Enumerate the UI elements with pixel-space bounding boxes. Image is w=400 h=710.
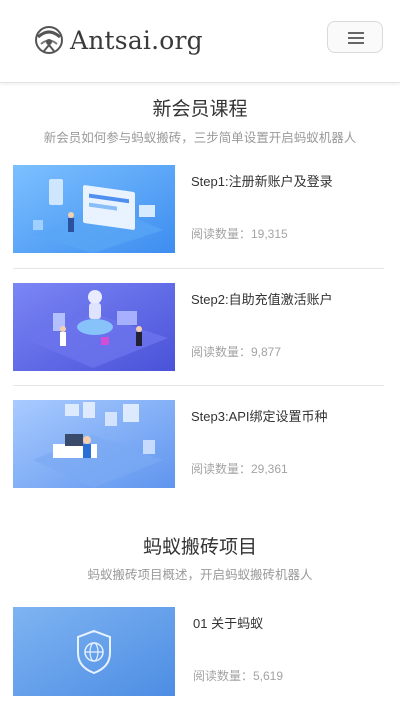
ant-logo-icon (35, 26, 63, 54)
robot-illustration-icon (13, 283, 175, 371)
project-title-1[interactable]: 01 关于蚂蚁 (193, 613, 263, 632)
section-title-courses: 新会员课程 (152, 98, 248, 120)
project-thumbnail-1[interactable] (13, 607, 175, 696)
section-subtitle-projects: 蚂蚁搬砖项目概述，开启蚂蚁搬砖机器人 (87, 568, 313, 582)
logo-text: Antsai.org (70, 25, 203, 55)
project-read-count-1: 阅读数量：5,619 (193, 669, 284, 683)
hamburger-menu-icon (348, 32, 364, 34)
course-read-count-2: 阅读数量：9,877 (191, 345, 282, 359)
section-subtitle-courses: 新会员如何参与蚂蚁搬砖，三步简单设置开启蚂蚁机器人 (43, 131, 357, 145)
site-logo[interactable]: Antsai.org (32, 22, 203, 58)
course-title-2[interactable]: Step2:自助充值激活账户 (191, 289, 333, 308)
course-card-3[interactable]: Step3:API绑定设置币种 阅读数量：29,361 (13, 400, 384, 496)
course-thumbnail-3[interactable] (13, 400, 175, 488)
divider (13, 385, 384, 386)
course-read-count-3: 阅读数量：29,361 (191, 462, 288, 476)
site-header: Antsai.org (0, 0, 400, 83)
hamburger-menu-icon-bar (348, 42, 364, 44)
section-title-projects: 蚂蚁搬砖项目 (142, 536, 257, 558)
divider (13, 268, 384, 269)
dashboard-illustration-icon (13, 165, 175, 253)
course-read-count-1: 阅读数量：19,315 (191, 227, 288, 241)
hamburger-menu-icon-bar (348, 37, 364, 39)
shield-globe-illustration-icon (13, 607, 175, 696)
course-title-3[interactable]: Step3:API绑定设置币种 (191, 406, 328, 425)
course-card-1[interactable]: Step1:注册新账户及登录 阅读数量：19,315 (13, 165, 384, 261)
course-thumbnail-2[interactable] (13, 283, 175, 371)
menu-button[interactable] (327, 21, 383, 53)
course-card-2[interactable]: Step2:自助充值激活账户 阅读数量：9,877 (13, 283, 384, 379)
project-card-1[interactable]: 01 关于蚂蚁 阅读数量：5,619 (13, 607, 384, 703)
desk-illustration-icon (13, 400, 175, 488)
course-thumbnail-1[interactable] (13, 165, 175, 253)
course-title-1[interactable]: Step1:注册新账户及登录 (191, 171, 333, 190)
